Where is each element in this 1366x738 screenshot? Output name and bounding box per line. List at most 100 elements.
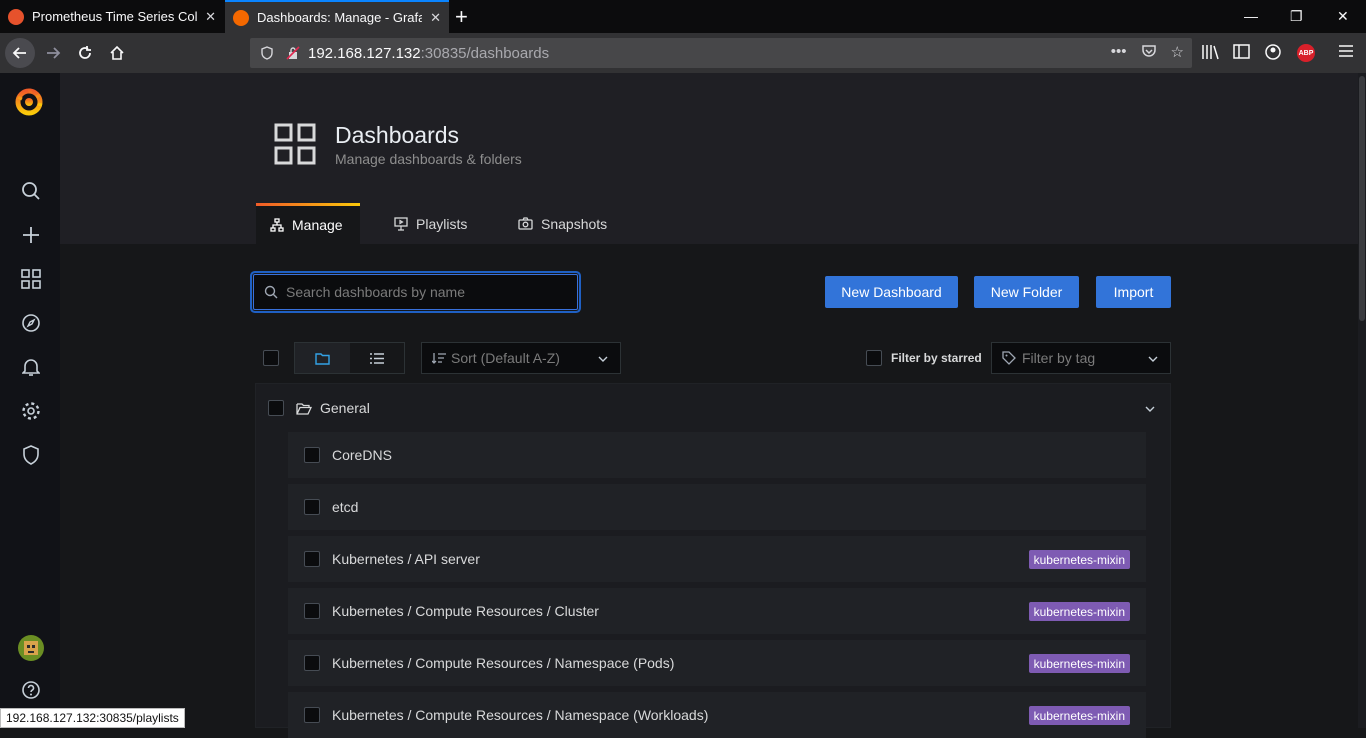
snapshots-camera-icon (518, 217, 533, 230)
dashboard-name[interactable]: Kubernetes / Compute Resources / Namespa… (332, 655, 674, 671)
playlists-presentation-icon (394, 216, 408, 231)
grafana-favicon-icon (233, 9, 249, 26)
dashboard-row[interactable]: Kubernetes / API server kubernetes-mixin (288, 536, 1146, 582)
library-icon[interactable] (1201, 44, 1219, 64)
home-button[interactable] (103, 39, 131, 67)
dashboard-name[interactable]: Kubernetes / Compute Resources / Namespa… (332, 707, 708, 723)
adblock-plus-icon[interactable]: ABP (1297, 44, 1315, 62)
select-all-checkbox[interactable] (263, 350, 279, 366)
url-bar[interactable]: 192.168.127.132:30835/dashboards ••• ☆ (250, 38, 1192, 68)
tab-manage[interactable]: Manage (256, 203, 360, 244)
configuration-gear-icon[interactable] (19, 399, 43, 423)
dashboard-tag[interactable]: kubernetes-mixin (1028, 602, 1130, 621)
folder-open-icon (296, 402, 312, 415)
dashboard-row[interactable]: Kubernetes / Compute Resources / Cluster… (288, 588, 1146, 634)
main-content: Dashboards Manage dashboards & folders M… (60, 73, 1358, 738)
reload-button[interactable] (71, 39, 99, 67)
pocket-icon[interactable] (1141, 43, 1157, 63)
help-icon[interactable] (19, 678, 43, 702)
dashboard-name[interactable]: Kubernetes / Compute Resources / Cluster (332, 603, 599, 619)
forward-button[interactable] (39, 39, 67, 67)
insecure-lock-icon[interactable] (284, 44, 302, 62)
filter-starred-checkbox[interactable] (866, 350, 882, 366)
explore-compass-icon[interactable] (19, 311, 43, 335)
tab-title: Prometheus Time Series Coll (32, 9, 198, 24)
user-avatar[interactable] (18, 635, 44, 661)
folder-checkbox[interactable] (268, 400, 284, 416)
list-view-button[interactable] (350, 343, 405, 373)
sort-icon (432, 353, 446, 364)
row-checkbox[interactable] (304, 447, 320, 463)
browser-nav-bar: 192.168.127.132:30835/dashboards ••• ☆ (0, 33, 1366, 73)
folder-header-general[interactable]: General (268, 400, 370, 416)
grafana-sidebar (0, 73, 60, 728)
folder-view-icon (315, 352, 330, 365)
filter-starred-label: Filter by starred (891, 351, 982, 365)
alerting-bell-icon[interactable] (19, 355, 43, 379)
new-folder-button[interactable]: New Folder (974, 276, 1079, 308)
filter-by-starred[interactable]: Filter by starred (866, 350, 982, 366)
tag-filter-placeholder: Filter by tag (1022, 350, 1096, 366)
page-title: Dashboards (335, 122, 460, 148)
browser-tab-grafana[interactable]: Dashboards: Manage - Grafa ✕ (225, 0, 449, 33)
dashboard-tag[interactable]: kubernetes-mixin (1028, 706, 1130, 725)
search-icon[interactable] (19, 179, 43, 203)
menu-icon[interactable] (1338, 44, 1354, 62)
shield-icon[interactable] (258, 44, 276, 62)
page-actions-icon[interactable]: ••• (1111, 43, 1127, 63)
dashboards-header-icon (274, 123, 316, 170)
dashboard-tag[interactable]: kubernetes-mixin (1028, 654, 1130, 673)
folder-view-button[interactable] (295, 343, 350, 373)
dashboard-folder-section: General CoreDNS etcd Kubernetes / API se… (255, 383, 1171, 738)
dashboard-name[interactable]: CoreDNS (332, 447, 392, 463)
dashboard-tag[interactable]: kubernetes-mixin (1028, 550, 1130, 569)
account-icon[interactable] (1265, 44, 1281, 64)
row-checkbox[interactable] (304, 603, 320, 619)
back-button[interactable] (5, 38, 35, 68)
row-checkbox[interactable] (304, 707, 320, 723)
chevron-down-icon[interactable] (1145, 406, 1155, 412)
chevron-down-icon (598, 356, 608, 362)
new-dashboard-button[interactable]: New Dashboard (825, 276, 958, 308)
server-admin-shield-icon[interactable] (19, 443, 43, 467)
dashboard-name[interactable]: Kubernetes / API server (332, 551, 480, 567)
minimize-icon[interactable]: — (1244, 8, 1258, 24)
row-checkbox[interactable] (304, 499, 320, 515)
tag-filter-select[interactable]: Filter by tag (991, 342, 1171, 374)
list-view-icon (369, 352, 384, 364)
row-checkbox[interactable] (304, 655, 320, 671)
link-status-bar: 192.168.127.132:30835/playlists (0, 708, 185, 728)
tab-playlists-label: Playlists (416, 215, 468, 232)
manage-sitemap-icon (270, 218, 284, 232)
browser-tab-prometheus[interactable]: Prometheus Time Series Coll ✕ (0, 0, 224, 33)
dashboard-name[interactable]: etcd (332, 499, 358, 515)
tab-snapshots-label: Snapshots (541, 215, 608, 232)
browser-tab-bar: Prometheus Time Series Coll ✕ Dashboards… (0, 0, 1366, 33)
dashboard-row[interactable]: Kubernetes / Compute Resources / Namespa… (288, 692, 1146, 738)
folder-name: General (320, 400, 370, 416)
tag-icon (1002, 351, 1016, 365)
bookmark-star-icon[interactable]: ☆ (1171, 43, 1184, 63)
sort-select-value: Sort (Default A-Z) (451, 350, 560, 366)
dashboard-row[interactable]: CoreDNS (288, 432, 1146, 478)
tab-snapshots[interactable]: Snapshots (518, 203, 607, 244)
tab-close-icon[interactable]: ✕ (205, 9, 216, 25)
row-checkbox[interactable] (304, 551, 320, 567)
search-icon (264, 285, 278, 299)
sort-select[interactable]: Sort (Default A-Z) (421, 342, 621, 374)
tab-playlists[interactable]: Playlists (394, 203, 467, 244)
dashboard-row[interactable]: etcd (288, 484, 1146, 530)
grafana-logo-icon[interactable] (14, 87, 44, 117)
window-close-icon[interactable]: ✕ (1337, 8, 1349, 25)
import-button[interactable]: Import (1096, 276, 1171, 308)
tab-close-icon[interactable]: ✕ (430, 10, 441, 26)
sidebar-toggle-icon[interactable] (1233, 44, 1250, 63)
search-input-wrapper[interactable] (253, 274, 578, 310)
dashboards-grid-icon[interactable] (19, 267, 43, 291)
dashboard-row[interactable]: Kubernetes / Compute Resources / Namespa… (288, 640, 1146, 686)
scrollbar-thumb[interactable] (1359, 76, 1365, 321)
create-plus-icon[interactable] (19, 223, 43, 247)
search-input[interactable] (286, 284, 566, 300)
new-tab-button[interactable]: + (455, 4, 468, 30)
restore-icon[interactable]: ❐ (1290, 8, 1303, 25)
